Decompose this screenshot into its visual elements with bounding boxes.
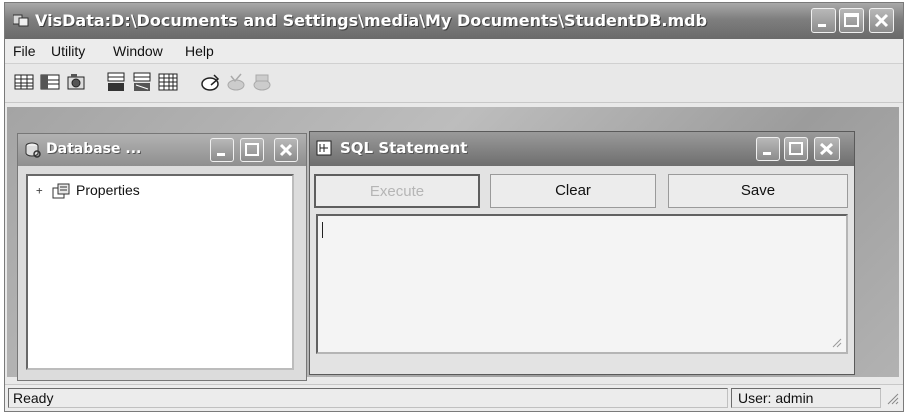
menu-help[interactable]: Help <box>185 43 214 59</box>
database-close-button[interactable] <box>274 138 298 162</box>
database-minimize-button[interactable] <box>210 138 234 162</box>
sql-maximize-button[interactable] <box>784 137 808 161</box>
close-icon <box>279 143 293 157</box>
sql-icon <box>316 140 332 156</box>
database-maximize-button[interactable] <box>240 138 264 162</box>
maximize-icon <box>844 13 859 27</box>
execute-button[interactable]: Execute <box>314 174 480 208</box>
toolbar <box>5 64 903 103</box>
sql-close-button[interactable] <box>814 137 840 161</box>
status-bar: Ready User: admin <box>5 384 903 411</box>
text-caret <box>322 222 323 238</box>
menu-window[interactable]: Window <box>113 43 163 59</box>
sql-minimize-button[interactable] <box>756 137 780 161</box>
maximize-icon <box>789 142 803 155</box>
database-tree[interactable]: + Properties <box>26 174 294 370</box>
database-window-titlebar[interactable]: Database ... <box>18 134 306 166</box>
commit-icon <box>227 73 245 91</box>
app-icon <box>13 14 29 27</box>
grid-icon[interactable] <box>157 71 179 93</box>
properties-icon <box>52 183 70 199</box>
clear-button[interactable]: Clear <box>490 174 656 208</box>
dynaset-icon[interactable] <box>39 71 61 93</box>
size-grip-icon[interactable] <box>885 391 899 405</box>
no-datacontrol-icon[interactable] <box>131 71 153 93</box>
close-icon <box>874 13 889 28</box>
maximize-button[interactable] <box>839 8 864 33</box>
minimize-icon <box>818 24 826 27</box>
tree-item-properties[interactable]: Properties <box>76 182 140 198</box>
menu-utility[interactable]: Utility <box>51 43 85 59</box>
status-text: Ready <box>8 388 728 408</box>
close-icon <box>819 142 834 156</box>
status-user: User: admin <box>731 388 881 408</box>
table-icon[interactable] <box>13 71 35 93</box>
visdata-window: VisData:D:\Documents and Settings\media\… <box>4 2 904 412</box>
sql-statement-window[interactable]: SQL Statement Execute Clear Save <box>309 131 855 375</box>
sql-query-textarea[interactable] <box>316 214 848 354</box>
minimize-icon <box>217 153 225 156</box>
database-window[interactable]: Database ... + Properties <box>17 133 307 381</box>
database-window-title: Database ... <box>46 141 142 157</box>
begin-transaction-icon[interactable] <box>199 71 221 93</box>
minimize-icon <box>763 152 771 155</box>
close-button[interactable] <box>869 8 894 33</box>
menu-file[interactable]: File <box>13 43 36 59</box>
maximize-icon <box>245 143 259 156</box>
snapshot-icon[interactable] <box>65 71 87 93</box>
minimize-button[interactable] <box>811 8 836 33</box>
menu-bar: File Utility Window Help <box>5 39 903 64</box>
save-button[interactable]: Save <box>668 174 848 208</box>
window-title: VisData:D:\Documents and Settings\media\… <box>35 11 708 30</box>
title-bar[interactable]: VisData:D:\Documents and Settings\media\… <box>5 3 903 39</box>
sql-window-titlebar[interactable]: SQL Statement <box>310 132 854 166</box>
mdi-client-area: Database ... + Properties SQL Statement … <box>7 107 899 381</box>
resize-grip-icon[interactable] <box>830 336 842 348</box>
datacontrol-icon[interactable] <box>105 71 127 93</box>
sql-window-title: SQL Statement <box>340 139 468 157</box>
tree-expander[interactable]: + <box>36 184 43 197</box>
database-icon <box>25 142 41 158</box>
rollback-icon <box>253 74 271 91</box>
